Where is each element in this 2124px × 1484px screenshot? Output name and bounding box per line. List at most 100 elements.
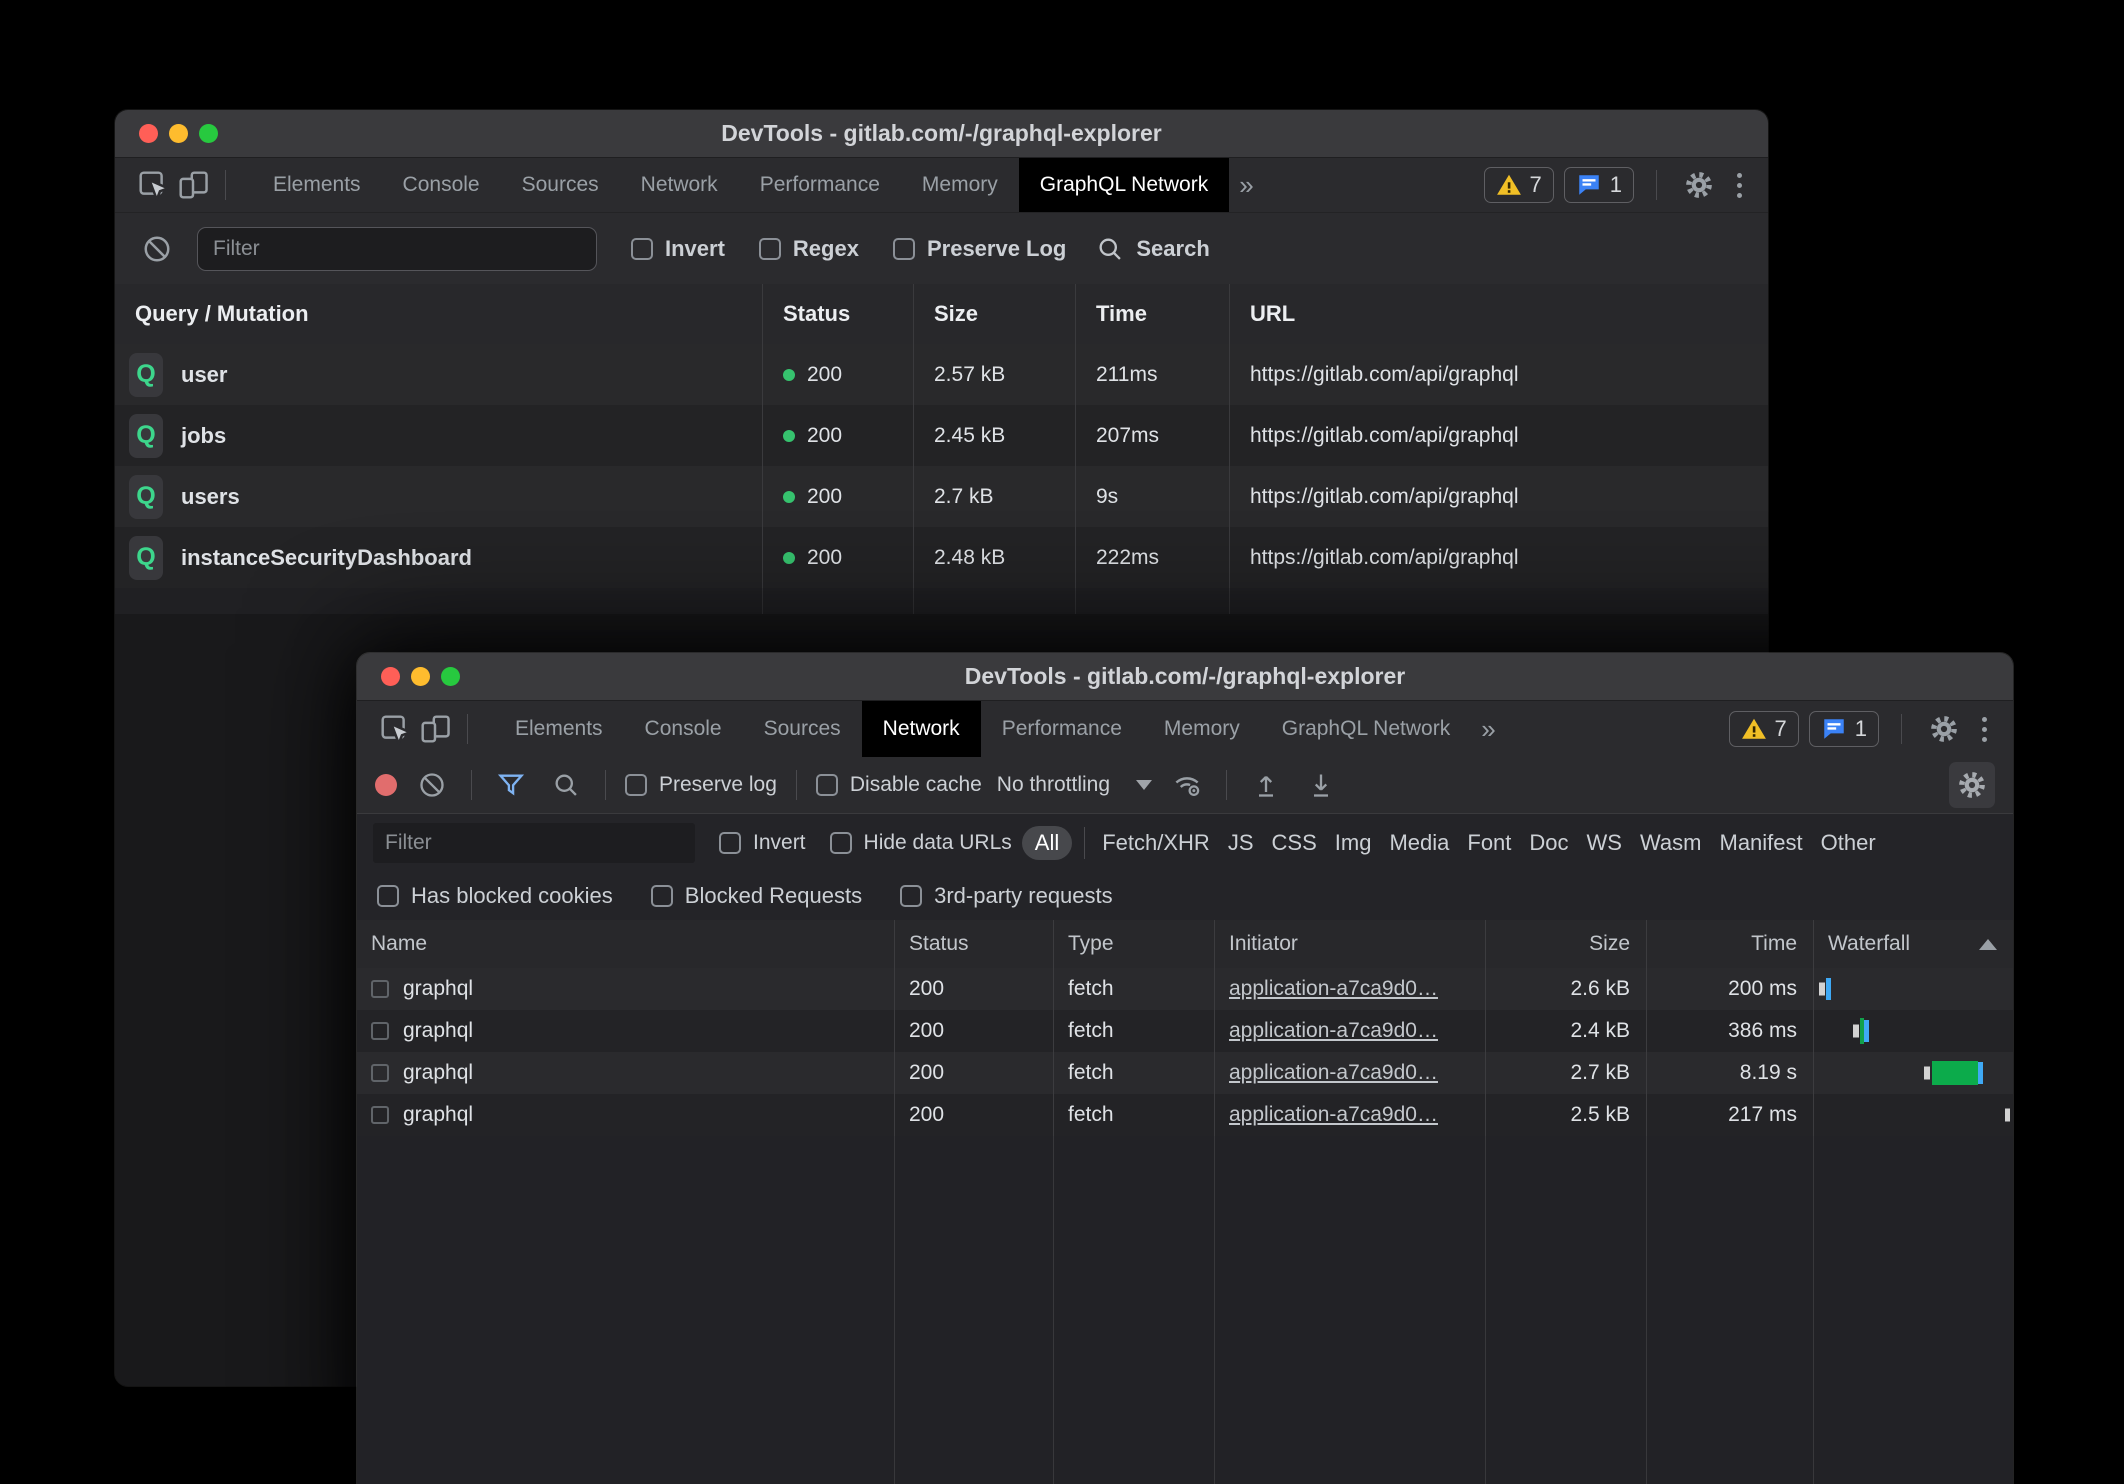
- settings-gear-icon[interactable]: [1924, 709, 1964, 749]
- chip-doc[interactable]: Doc: [1520, 830, 1577, 856]
- regex-checkbox[interactable]: [759, 238, 781, 260]
- column-header-waterfall[interactable]: Waterfall: [1814, 920, 2013, 968]
- blocked-requests-checkbox-group[interactable]: Blocked Requests: [651, 883, 862, 909]
- tab-elements[interactable]: Elements: [252, 158, 382, 212]
- tab-graphql-network[interactable]: GraphQL Network: [1261, 701, 1471, 757]
- chip-wasm[interactable]: Wasm: [1631, 830, 1711, 856]
- row-checkbox[interactable]: [371, 1064, 389, 1082]
- row-checkbox[interactable]: [371, 1022, 389, 1040]
- chip-fetch-xhr[interactable]: Fetch/XHR: [1093, 830, 1219, 856]
- column-header-name[interactable]: Name: [357, 920, 895, 968]
- network-settings-button[interactable]: [1949, 762, 1995, 808]
- close-button[interactable]: [139, 124, 158, 143]
- clear-icon[interactable]: [412, 765, 452, 805]
- table-row[interactable]: QinstanceSecurityDashboard 200 2.48 kB 2…: [115, 527, 1768, 588]
- column-header-status[interactable]: Status: [895, 920, 1054, 968]
- table-row[interactable]: Qjobs 200 2.45 kB 207ms https://gitlab.c…: [115, 405, 1768, 466]
- filter-input[interactable]: [197, 227, 597, 271]
- device-toolbar-icon[interactable]: [415, 709, 455, 749]
- kebab-menu-icon[interactable]: [1729, 173, 1750, 198]
- warnings-badge[interactable]: 7: [1729, 711, 1799, 747]
- tab-console[interactable]: Console: [624, 701, 743, 757]
- invert-checkbox[interactable]: [631, 238, 653, 260]
- has-blocked-cookies-checkbox[interactable]: [377, 885, 399, 907]
- table-row[interactable]: graphql 200 fetch application-a7ca9d0… 2…: [357, 1094, 2013, 1136]
- table-row[interactable]: graphql 200 fetch application-a7ca9d0… 2…: [357, 968, 2013, 1010]
- messages-badge[interactable]: 1: [1564, 167, 1634, 203]
- invert-checkbox[interactable]: [719, 832, 741, 854]
- regex-checkbox-group[interactable]: Regex: [759, 236, 859, 262]
- tab-performance[interactable]: Performance: [981, 701, 1143, 757]
- tab-memory[interactable]: Memory: [901, 158, 1019, 212]
- chip-manifest[interactable]: Manifest: [1711, 830, 1812, 856]
- disable-cache-checkbox-group[interactable]: Disable cache: [816, 773, 982, 797]
- close-button[interactable]: [381, 667, 400, 686]
- network-conditions-icon[interactable]: [1167, 765, 1207, 805]
- tab-elements[interactable]: Elements: [494, 701, 624, 757]
- column-header-time[interactable]: Time: [1076, 284, 1230, 344]
- minimize-button[interactable]: [411, 667, 430, 686]
- chip-media[interactable]: Media: [1380, 830, 1458, 856]
- initiator-link[interactable]: application-a7ca9d0…: [1229, 1103, 1438, 1127]
- table-row[interactable]: Quser 200 2.57 kB 211ms https://gitlab.c…: [115, 344, 1768, 405]
- inspect-element-icon[interactable]: [375, 709, 415, 749]
- chip-ws[interactable]: WS: [1578, 830, 1631, 856]
- blocked-requests-checkbox[interactable]: [651, 885, 673, 907]
- column-header-size[interactable]: Size: [914, 284, 1076, 344]
- inspect-element-icon[interactable]: [133, 165, 173, 205]
- network-filter-input[interactable]: [373, 823, 695, 863]
- tab-console[interactable]: Console: [382, 158, 501, 212]
- tab-memory[interactable]: Memory: [1143, 701, 1261, 757]
- preserve-log-checkbox-group[interactable]: Preserve Log: [893, 236, 1066, 262]
- export-har-icon[interactable]: [1301, 765, 1341, 805]
- preserve-log-checkbox[interactable]: [893, 238, 915, 260]
- initiator-link[interactable]: application-a7ca9d0…: [1229, 977, 1438, 1001]
- more-tabs-chevron-icon[interactable]: »: [1239, 170, 1253, 201]
- column-header-time[interactable]: Time: [1647, 920, 1814, 968]
- minimize-button[interactable]: [169, 124, 188, 143]
- search-icon[interactable]: [546, 765, 586, 805]
- tab-network[interactable]: Network: [620, 158, 739, 212]
- record-button[interactable]: [375, 774, 397, 796]
- row-checkbox[interactable]: [371, 980, 389, 998]
- column-header-initiator[interactable]: Initiator: [1215, 920, 1486, 968]
- hide-data-urls-checkbox[interactable]: [830, 832, 852, 854]
- chip-all[interactable]: All: [1022, 826, 1072, 860]
- invert-checkbox-group[interactable]: Invert: [631, 236, 725, 262]
- third-party-requests-checkbox[interactable]: [900, 885, 922, 907]
- tab-sources[interactable]: Sources: [743, 701, 862, 757]
- column-header-size[interactable]: Size: [1486, 920, 1647, 968]
- clear-icon[interactable]: [137, 229, 177, 269]
- warnings-badge[interactable]: 7: [1484, 167, 1554, 203]
- messages-badge[interactable]: 1: [1809, 711, 1879, 747]
- invert-checkbox-group[interactable]: Invert: [719, 831, 806, 855]
- row-checkbox[interactable]: [371, 1106, 389, 1124]
- settings-gear-icon[interactable]: [1679, 165, 1719, 205]
- disable-cache-checkbox[interactable]: [816, 774, 838, 796]
- tab-graphql-network[interactable]: GraphQL Network: [1019, 158, 1229, 212]
- column-header-type[interactable]: Type: [1054, 920, 1215, 968]
- chip-font[interactable]: Font: [1458, 830, 1520, 856]
- chip-other[interactable]: Other: [1812, 830, 1885, 856]
- table-row[interactable]: graphql 200 fetch application-a7ca9d0… 2…: [357, 1052, 2013, 1094]
- filter-funnel-icon[interactable]: [491, 765, 531, 805]
- device-toolbar-icon[interactable]: [173, 165, 213, 205]
- throttling-select[interactable]: No throttling: [997, 773, 1152, 797]
- chip-js[interactable]: JS: [1219, 830, 1263, 856]
- third-party-requests-checkbox-group[interactable]: 3rd-party requests: [900, 883, 1113, 909]
- chip-img[interactable]: Img: [1326, 830, 1381, 856]
- zoom-button[interactable]: [441, 667, 460, 686]
- tab-sources[interactable]: Sources: [501, 158, 620, 212]
- has-blocked-cookies-checkbox-group[interactable]: Has blocked cookies: [377, 883, 613, 909]
- tab-network[interactable]: Network: [862, 701, 981, 757]
- more-tabs-chevron-icon[interactable]: »: [1481, 714, 1495, 745]
- hide-data-urls-checkbox-group[interactable]: Hide data URLs: [830, 831, 1012, 855]
- search-button[interactable]: Search: [1096, 235, 1209, 263]
- tab-performance[interactable]: Performance: [739, 158, 901, 212]
- column-header-url[interactable]: URL: [1230, 284, 1768, 344]
- column-header-status[interactable]: Status: [763, 284, 914, 344]
- zoom-button[interactable]: [199, 124, 218, 143]
- column-header-query-mutation[interactable]: Query / Mutation: [115, 284, 763, 344]
- initiator-link[interactable]: application-a7ca9d0…: [1229, 1019, 1438, 1043]
- table-row[interactable]: Qusers 200 2.7 kB 9s https://gitlab.com/…: [115, 466, 1768, 527]
